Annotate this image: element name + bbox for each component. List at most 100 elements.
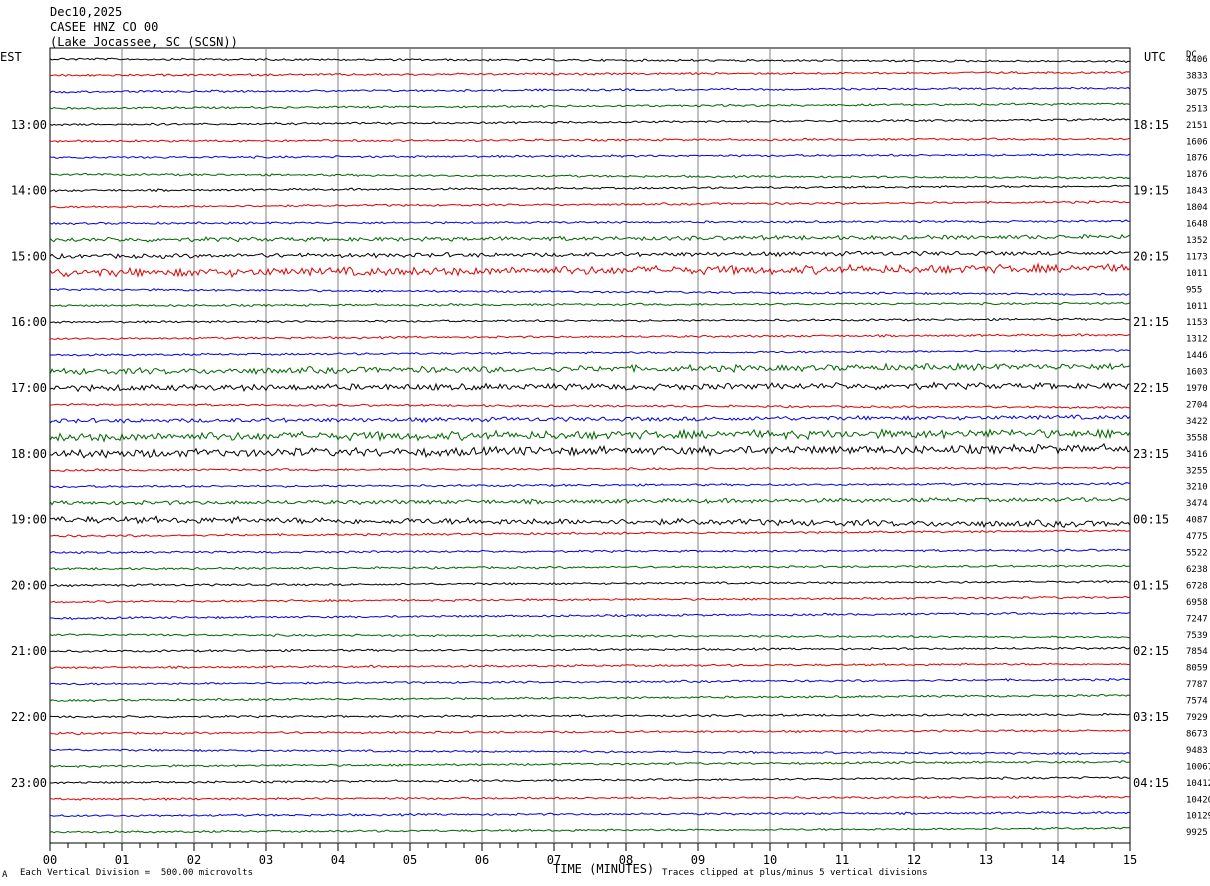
seismic-trace (49, 219, 1131, 226)
est-hour-label: 15:00 (11, 249, 47, 263)
seismic-trace (49, 515, 1131, 528)
dc-value-label: 1970 (1186, 384, 1208, 394)
seismic-trace (49, 826, 1131, 834)
x-tick-label: 09 (691, 853, 705, 867)
plot-frame (49, 47, 1131, 844)
seismic-trace (49, 381, 1131, 393)
seismic-trace (49, 580, 1131, 588)
utc-hour-label: 00:15 (1133, 513, 1169, 527)
dc-value-label: 955 (1186, 285, 1202, 295)
dc-value-label: 6238 (1186, 565, 1208, 575)
utc-hour-label: 21:15 (1133, 315, 1169, 329)
seismic-trace (49, 414, 1131, 424)
seismic-trace (49, 427, 1131, 443)
x-tick-label: 12 (907, 853, 921, 867)
dc-value-label: 6958 (1186, 598, 1208, 608)
dc-value-label: 2704 (1186, 400, 1208, 410)
dc-value-label: 1173 (1186, 252, 1208, 262)
utc-hour-label: 01:15 (1133, 578, 1169, 592)
seismic-trace (49, 333, 1131, 340)
dc-value-label: 3416 (1186, 450, 1208, 460)
x-axis-title: TIME (MINUTES) (553, 862, 655, 876)
seismic-trace (49, 250, 1131, 260)
est-zone-label: EST (0, 50, 22, 64)
seismic-trace (49, 102, 1131, 110)
seismic-trace (49, 729, 1131, 736)
seismic-trace (49, 548, 1131, 554)
seismic-trace (49, 153, 1131, 159)
seismic-trace (49, 795, 1131, 801)
dc-value-label: 1603 (1186, 368, 1208, 378)
dc-value-label: 3474 (1186, 499, 1208, 509)
dc-value-label: 1843 (1186, 187, 1208, 197)
seismic-trace (49, 693, 1131, 703)
x-tick-label: 10 (763, 853, 777, 867)
dc-value-label: 9925 (1186, 828, 1208, 838)
dc-label: DC (1186, 50, 1197, 60)
seismic-trace (49, 646, 1131, 653)
seismic-trace (49, 57, 1131, 64)
utc-hour-label: 02:15 (1133, 644, 1169, 658)
dc-value-label: 6728 (1186, 581, 1208, 591)
dc-value-label: 4087 (1186, 516, 1208, 526)
est-hour-label: 14:00 (11, 184, 47, 198)
corner-mark: A (2, 870, 8, 880)
dc-value-label: 1011 (1186, 302, 1208, 312)
station-label: CASEE HNZ CO 00 (50, 20, 159, 34)
utc-hour-label: 20:15 (1133, 249, 1169, 263)
seismic-trace (49, 137, 1131, 143)
x-tick-label: 02 (187, 853, 201, 867)
seismic-trace (49, 466, 1131, 472)
clip-note: Traces clipped at plus/minus 5 vertical … (662, 868, 928, 878)
x-tick-label: 11 (835, 853, 849, 867)
utc-hour-label: 19:15 (1133, 184, 1169, 198)
est-hour-label: 16:00 (11, 315, 47, 329)
dc-value-label: 1606 (1186, 137, 1208, 147)
dc-value-label: 8059 (1186, 664, 1208, 674)
dc-value-label: 3833 (1186, 71, 1208, 81)
dc-value-label: 3558 (1186, 433, 1208, 443)
seismic-trace (49, 481, 1131, 489)
seismic-trace (49, 288, 1131, 297)
seismogram-plot: 00 01 02 03 04 05 06 07 08 09 10 11 12 13 14 1513:0014:… (11, 47, 1210, 867)
seismic-trace (49, 117, 1131, 127)
seismic-trace (49, 301, 1131, 308)
seismic-trace (49, 611, 1131, 620)
dc-value-label: 1648 (1186, 220, 1208, 230)
x-tick-label: 13 (979, 853, 993, 867)
location-label: (Lake Jocassee, SC (SCSN)) (50, 35, 238, 49)
dc-value-label: 4775 (1186, 532, 1208, 542)
dc-value-label: 7574 (1186, 697, 1208, 707)
dc-value-label: 7929 (1186, 713, 1208, 723)
est-hour-label: 17:00 (11, 381, 47, 395)
dc-value-label: 10412 (1186, 779, 1210, 789)
seismic-trace (49, 184, 1131, 193)
seismic-trace (49, 748, 1131, 756)
utc-hour-label: 03:15 (1133, 710, 1169, 724)
utc-hour-label: 23:15 (1133, 447, 1169, 461)
helicorder-chart: 00 01 02 03 04 05 06 07 08 09 10 11 12 13 14 15 13:00 14:… (0, 0, 1210, 886)
seismic-trace (49, 86, 1131, 94)
est-hour-label: 22:00 (11, 710, 47, 724)
x-tick-label: 03 (259, 853, 273, 867)
seismic-trace (49, 595, 1131, 604)
seismic-trace (49, 496, 1131, 506)
seismic-trace (49, 402, 1130, 410)
seismic-trace (49, 564, 1131, 571)
dc-value-label: 1804 (1186, 203, 1208, 213)
seismic-trace (49, 317, 1131, 324)
dc-value-label: 1352 (1186, 236, 1208, 246)
seismic-trace (49, 677, 1131, 686)
seismic-trace (49, 349, 1131, 357)
est-hour-label: 20:00 (11, 578, 47, 592)
dc-value-label: 1446 (1186, 351, 1208, 361)
dc-value-label: 3255 (1186, 466, 1208, 476)
dc-value-label: 3075 (1186, 88, 1208, 98)
x-tick-label: 00 (43, 853, 57, 867)
seismic-trace (49, 233, 1131, 243)
dc-value-label: 3422 (1186, 417, 1208, 427)
seismic-trace (50, 776, 1131, 785)
seismic-trace (50, 70, 1131, 77)
seismic-trace (49, 200, 1131, 209)
est-hour-label: 23:00 (11, 776, 47, 790)
